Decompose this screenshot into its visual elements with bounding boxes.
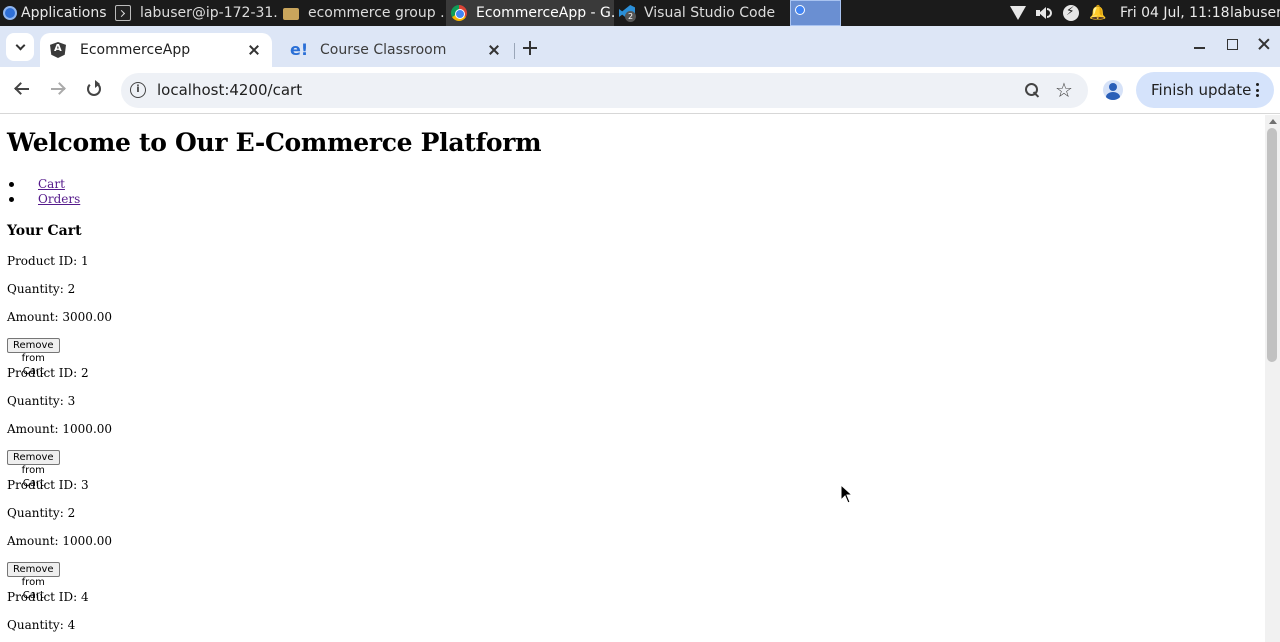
taskbar-task-label: Visual Studio Code [644, 5, 776, 21]
zoom-icon[interactable] [1024, 82, 1040, 98]
power-icon [1063, 4, 1079, 21]
quantity: Quantity: 3 [7, 394, 76, 408]
product-id: Product ID: 2 [7, 366, 89, 380]
quantity: Quantity: 2 [7, 506, 76, 520]
product-id: Product ID: 1 [7, 254, 89, 268]
tray-wifi[interactable] [1010, 0, 1026, 26]
reload-icon[interactable] [84, 79, 104, 99]
amount: Amount: 3000.00 [7, 310, 113, 324]
terminal-icon [115, 5, 131, 21]
nav-item-orders: Orders [8, 192, 80, 207]
remove-from-cart-button[interactable]: Remove from Cart [7, 562, 60, 601]
new-tab-plus-icon[interactable] [521, 39, 539, 57]
taskbar-task-label: ecommerce group ... [308, 5, 446, 21]
back-arrow-icon[interactable] [12, 79, 32, 99]
remove-from-cart-button[interactable]: Remove from Cart [7, 338, 60, 377]
window-count-badge: 2 [625, 11, 636, 22]
tray-user[interactable]: labuser [1230, 0, 1280, 26]
tray-notifications[interactable]: 🔔 [1089, 0, 1107, 26]
tab-label: EcommerceApp [80, 42, 191, 58]
taskbar-task-file-manager[interactable]: ecommerce group ... [278, 0, 446, 26]
quantity: Quantity: 2 [7, 282, 76, 296]
window-close-icon[interactable] [1256, 36, 1272, 52]
product-id: Product ID: 4 [7, 590, 89, 604]
profile-avatar-icon[interactable] [1103, 80, 1123, 100]
edu-icon: e! [290, 40, 309, 59]
nav-item-cart: Cart [8, 177, 80, 192]
tab-label: Course Classroom [320, 42, 447, 58]
chevron-down-icon [15, 40, 25, 50]
tab-separator [514, 43, 515, 59]
taskbar-task-terminal[interactable]: labuser@ip-172-31... [110, 0, 278, 26]
os-taskbar: Applications labuser@ip-172-31... ecomme… [0, 0, 1280, 26]
nav-link-orders[interactable]: Orders [38, 192, 80, 206]
finish-update-label: Finish update [1151, 81, 1252, 99]
more-menu-icon[interactable] [1256, 83, 1260, 97]
applications-menu[interactable]: Applications [0, 0, 119, 26]
tab-search-button[interactable] [6, 33, 34, 61]
remove-from-cart-button[interactable]: Remove from Cart [7, 450, 60, 489]
applications-logo-icon [3, 6, 17, 20]
close-icon[interactable] [246, 42, 262, 58]
minimize-icon[interactable] [1192, 36, 1208, 52]
scroll-up-arrow-icon[interactable] [1269, 119, 1277, 124]
site-nav: Cart Orders [8, 177, 80, 207]
url-text[interactable]: localhost:4200/cart [157, 81, 302, 99]
tray-clock[interactable]: Fri 04 Jul, 11:18 [1120, 0, 1230, 26]
quantity: Quantity: 4 [7, 618, 76, 632]
taskbar-chrome-launcher[interactable] [790, 0, 841, 26]
browser-tab-strip: EcommerceApp e! Course Classroom [0, 26, 1280, 67]
taskbar-task-chrome[interactable]: EcommerceApp - G... [446, 0, 614, 26]
taskbar-task-label: labuser@ip-172-31... [140, 5, 278, 21]
maximize-icon[interactable] [1224, 36, 1240, 52]
applications-label: Applications [21, 5, 107, 21]
bell-icon: 🔔 [1089, 5, 1107, 21]
wifi-icon [1010, 6, 1026, 20]
bookmark-star-icon[interactable]: ☆ [1055, 78, 1073, 102]
address-bar[interactable]: i localhost:4200/cart ☆ [121, 73, 1088, 108]
taskbar-task-label: EcommerceApp - G... [476, 5, 614, 21]
taskbar-task-vscode[interactable]: 2 Visual Studio Code [614, 0, 782, 26]
product-id: Product ID: 3 [7, 478, 89, 492]
forward-arrow-icon[interactable] [48, 79, 68, 99]
tab-course-classroom[interactable]: e! Course Classroom [280, 33, 512, 67]
browser-toolbar: i localhost:4200/cart ☆ Finish update [0, 67, 1280, 114]
finish-update-button[interactable]: Finish update [1136, 72, 1274, 108]
folder-icon [283, 8, 299, 20]
amount: Amount: 1000.00 [7, 422, 113, 436]
tab-ecommerceapp[interactable]: EcommerceApp [40, 33, 272, 67]
nav-link-cart[interactable]: Cart [38, 177, 65, 191]
scrollbar-thumb[interactable] [1267, 128, 1277, 362]
amount: Amount: 1000.00 [7, 534, 113, 548]
angular-icon [50, 42, 66, 58]
site-info-icon[interactable]: i [130, 82, 146, 98]
tray-power[interactable] [1063, 0, 1079, 26]
volume-icon [1035, 5, 1052, 21]
page-viewport: Welcome to Our E-Commerce Platform Cart … [0, 115, 1265, 642]
page-scrollbar[interactable] [1265, 115, 1280, 642]
tray-volume[interactable] [1035, 0, 1052, 26]
page-title: Welcome to Our E-Commerce Platform [7, 128, 542, 157]
chrome-icon [451, 5, 467, 21]
close-icon[interactable] [486, 42, 502, 58]
cart-heading: Your Cart [7, 223, 82, 239]
